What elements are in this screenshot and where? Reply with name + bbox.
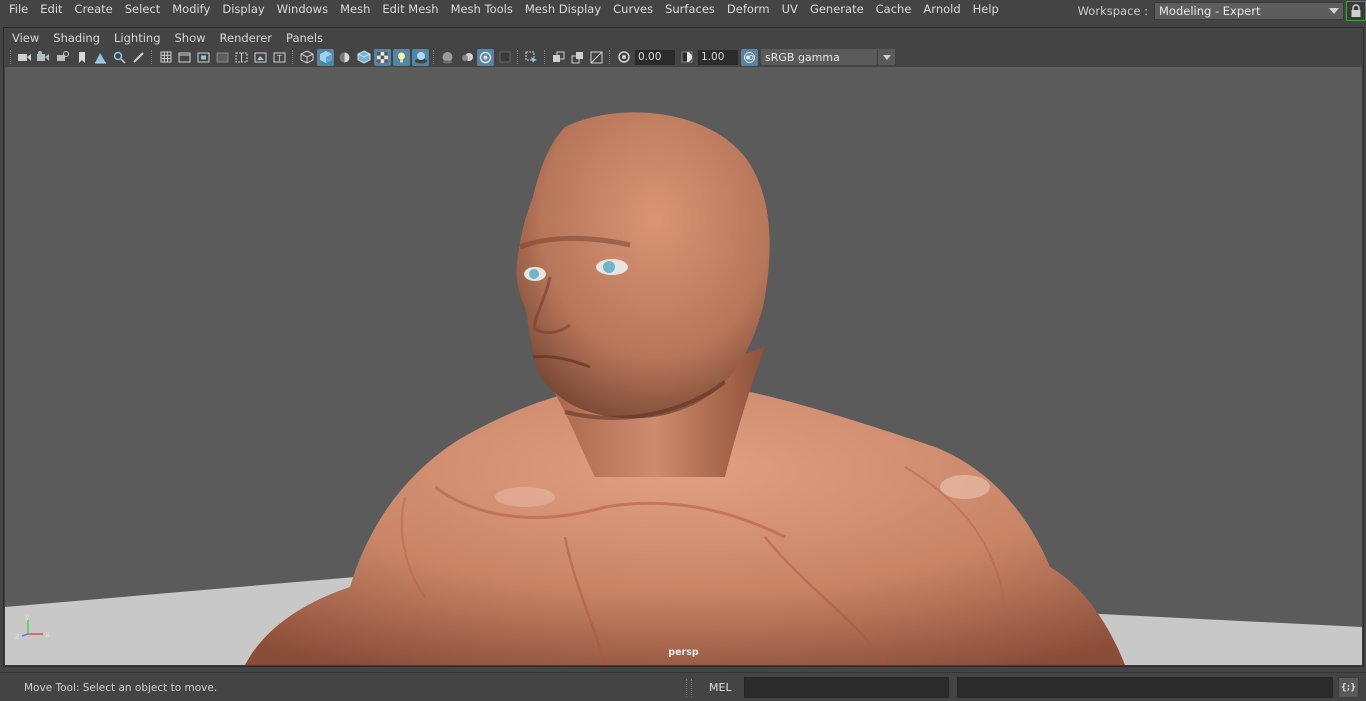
- safe-title-icon[interactable]: T: [271, 49, 288, 66]
- workspace-value: Modeling - Expert: [1159, 4, 1261, 18]
- svg-text:T: T: [276, 54, 282, 63]
- lock-icon[interactable]: [1346, 1, 1366, 21]
- color-space-select[interactable]: sRGB gamma: [761, 49, 877, 65]
- drag-handle[interactable]: [686, 679, 692, 697]
- toolbar-separator: [433, 50, 435, 64]
- menu-curves[interactable]: Curves: [607, 2, 659, 17]
- menu-edit[interactable]: Edit: [34, 2, 68, 17]
- menu-windows[interactable]: Windows: [271, 2, 334, 17]
- menu-cache[interactable]: Cache: [870, 2, 918, 17]
- xray-components-icon[interactable]: [588, 49, 605, 66]
- screen-space-ao-icon[interactable]: [439, 49, 456, 66]
- viewport-3d[interactable]: x y z persp: [5, 67, 1362, 665]
- toolbar-separator: [609, 50, 611, 64]
- menu-generate[interactable]: Generate: [804, 2, 870, 17]
- script-editor-icon[interactable]: {;}: [1338, 677, 1359, 698]
- panel-toolbar: T 0.00 1.00 sRGB gamma: [4, 47, 1363, 67]
- menu-mesh[interactable]: Mesh: [334, 2, 376, 17]
- grease-pencil-icon[interactable]: [130, 49, 147, 66]
- color-space-dropdown[interactable]: [877, 49, 895, 65]
- 2d-pan-zoom-icon[interactable]: [111, 49, 128, 66]
- menu-display[interactable]: Display: [216, 2, 270, 17]
- panel-menu-panels[interactable]: Panels: [279, 31, 330, 45]
- camera-tools-icon[interactable]: [54, 49, 71, 66]
- default-material-icon[interactable]: [336, 49, 353, 66]
- menu-arnold[interactable]: Arnold: [917, 2, 966, 17]
- motion-blur-icon[interactable]: [458, 49, 475, 66]
- panel-menu-shading[interactable]: Shading: [46, 31, 107, 45]
- chevron-down-icon: [882, 54, 891, 60]
- menu-surfaces[interactable]: Surfaces: [659, 2, 721, 17]
- panel-menu-bar: View Shading Lighting Show Renderer Panels: [4, 28, 1363, 47]
- panel-menu-lighting[interactable]: Lighting: [107, 31, 167, 45]
- camera-label: persp: [668, 647, 699, 658]
- command-result-field: [957, 677, 1333, 698]
- left-iris: [529, 269, 539, 279]
- bookmark-icon[interactable]: [73, 49, 90, 66]
- multisample-aa-icon[interactable]: [477, 48, 494, 66]
- menu-edit-mesh[interactable]: Edit Mesh: [376, 2, 444, 17]
- command-language-toggle[interactable]: MEL: [709, 681, 732, 694]
- workspace-dropdown[interactable]: Modeling - Expert: [1154, 2, 1344, 20]
- right-iris: [603, 261, 615, 273]
- panel-menu-renderer[interactable]: Renderer: [213, 31, 280, 45]
- scene-render: [5, 112, 1362, 665]
- help-line: Move Tool: Select an object to move.: [24, 682, 218, 694]
- menu-deform[interactable]: Deform: [721, 2, 776, 17]
- color-management-icon[interactable]: [741, 48, 758, 66]
- xray-icon[interactable]: [550, 49, 567, 66]
- smooth-shade-icon[interactable]: [317, 48, 334, 66]
- toolbar-separator: [151, 50, 153, 64]
- specular-highlight: [495, 487, 555, 507]
- select-camera-icon[interactable]: [16, 49, 33, 66]
- field-chart-icon[interactable]: [233, 49, 250, 66]
- head: [516, 112, 770, 419]
- menu-uv[interactable]: UV: [776, 2, 804, 17]
- resolution-gate-icon[interactable]: [195, 49, 212, 66]
- axis-z-label: z: [15, 632, 19, 641]
- axis-y-label: y: [25, 612, 30, 621]
- exposure-icon[interactable]: [615, 49, 632, 66]
- gate-mask-icon[interactable]: [214, 49, 231, 66]
- xray-joints-icon[interactable]: [569, 49, 586, 66]
- axis-x-label: x: [45, 630, 50, 639]
- toolbar-separator: [517, 50, 519, 64]
- grid-icon[interactable]: [157, 49, 174, 66]
- camera-attributes-icon[interactable]: [35, 49, 52, 66]
- viewport-panel: View Shading Lighting Show Renderer Panels T: [3, 27, 1364, 667]
- toolbar-separator: [292, 50, 294, 64]
- menu-help[interactable]: Help: [967, 2, 1005, 17]
- menu-mesh-tools[interactable]: Mesh Tools: [445, 2, 519, 17]
- wireframe-icon[interactable]: [298, 49, 315, 66]
- command-input[interactable]: [744, 677, 949, 698]
- textured-icon[interactable]: [374, 48, 391, 66]
- use-all-lights-icon[interactable]: [393, 48, 410, 66]
- safe-action-icon[interactable]: [252, 49, 269, 66]
- shadows-icon[interactable]: [412, 48, 429, 66]
- panel-menu-view[interactable]: View: [4, 31, 46, 45]
- isolate-select-icon[interactable]: [523, 49, 540, 66]
- gamma-field[interactable]: 1.00: [698, 49, 738, 65]
- menu-file[interactable]: File: [0, 2, 34, 17]
- wireframe-on-shaded-icon[interactable]: [355, 49, 372, 66]
- menu-mesh-display[interactable]: Mesh Display: [519, 2, 607, 17]
- command-line-bar: Move Tool: Select an object to move. MEL…: [0, 672, 1366, 701]
- view-axis-gizmo: x y z: [15, 612, 50, 641]
- chevron-down-icon: [1329, 8, 1339, 14]
- depth-of-field-icon[interactable]: [496, 49, 513, 66]
- panel-menu-show[interactable]: Show: [168, 31, 213, 45]
- menu-modify[interactable]: Modify: [166, 2, 216, 17]
- toolbar-separator: [10, 50, 12, 64]
- film-gate-icon[interactable]: [176, 49, 193, 66]
- gamma-icon[interactable]: [678, 49, 695, 66]
- exposure-field[interactable]: 0.00: [635, 49, 675, 65]
- workspace-label: Workspace :: [1077, 4, 1148, 18]
- toolbar-separator: [544, 50, 546, 64]
- workspace-selector: Workspace : Modeling - Expert: [1078, 0, 1366, 22]
- menu-select[interactable]: Select: [119, 2, 166, 17]
- menu-create[interactable]: Create: [69, 2, 119, 17]
- specular-highlight: [940, 475, 990, 499]
- image-plane-icon[interactable]: [92, 49, 109, 66]
